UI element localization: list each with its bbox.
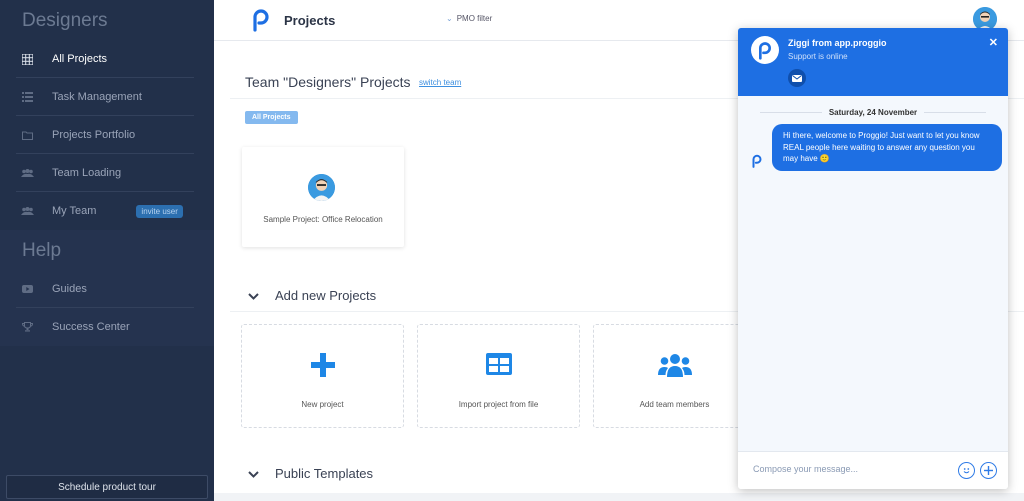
chevron-down-icon bbox=[248, 467, 259, 481]
sidebar: Designers All Projects Task Management P… bbox=[0, 0, 214, 501]
pmo-filter-dropdown[interactable]: ⌄ PMO filter bbox=[446, 14, 492, 23]
project-card[interactable]: Sample Project: Office Relocation bbox=[242, 147, 404, 247]
add-team-members-card[interactable]: Add team members bbox=[593, 324, 756, 428]
close-icon[interactable]: ✕ bbox=[989, 36, 998, 49]
trophy-icon bbox=[21, 321, 34, 334]
chevron-down-icon bbox=[248, 289, 259, 303]
public-templates-section-toggle[interactable]: Public Templates bbox=[248, 466, 373, 481]
sidebar-item-success-center[interactable]: Success Center bbox=[0, 308, 214, 346]
compose-input[interactable]: Compose your message... bbox=[753, 464, 858, 474]
card-label: Import project from file bbox=[458, 400, 539, 409]
chat-header: Ziggi from app.proggio Support is online… bbox=[738, 28, 1008, 96]
sidebar-item-task-management[interactable]: Task Management bbox=[0, 78, 214, 116]
team-heading: Designers bbox=[22, 10, 108, 31]
help-heading: Help bbox=[22, 240, 62, 261]
email-icon[interactable] bbox=[788, 69, 806, 87]
youtube-icon bbox=[21, 283, 34, 296]
list-icon bbox=[21, 91, 34, 104]
all-projects-filter[interactable]: All Projects bbox=[245, 111, 298, 124]
sidebar-item-label: Team Loading bbox=[52, 167, 122, 179]
invite-user-button[interactable]: invite user bbox=[136, 204, 183, 218]
section-title: Public Templates bbox=[275, 466, 374, 481]
page-title: Projects bbox=[284, 13, 336, 28]
chat-message: Hi there, welcome to Proggio! Just want … bbox=[772, 124, 1002, 171]
proggio-logo bbox=[751, 36, 779, 64]
add-projects-section-toggle[interactable]: Add new Projects bbox=[248, 288, 376, 303]
team-icon bbox=[21, 167, 34, 180]
plus-icon bbox=[242, 353, 403, 377]
project-avatar bbox=[308, 174, 335, 201]
card-label: New project bbox=[301, 400, 344, 409]
schedule-tour-button[interactable]: Schedule product tour bbox=[6, 475, 208, 499]
proggio-logo[interactable] bbox=[252, 8, 270, 32]
new-project-card[interactable]: New project bbox=[241, 324, 404, 428]
sidebar-item-label: Projects Portfolio bbox=[52, 129, 136, 141]
sidebar-item-projects-portfolio[interactable]: Projects Portfolio bbox=[0, 116, 214, 154]
section-title: Add new Projects bbox=[275, 288, 377, 303]
sidebar-item-label: Success Center bbox=[52, 321, 130, 333]
compose-bar: Compose your message... bbox=[738, 451, 1008, 489]
chevron-down-icon: ⌄ bbox=[446, 14, 453, 23]
sidebar-item-team-loading[interactable]: Team Loading bbox=[0, 154, 214, 192]
divider bbox=[924, 112, 986, 113]
sidebar-item-all-projects[interactable]: All Projects bbox=[0, 40, 214, 78]
folder-icon bbox=[21, 129, 34, 142]
sidebar-item-label: Task Management bbox=[52, 91, 142, 103]
agent-status: Support is online bbox=[788, 52, 848, 61]
sidebar-item-label: Guides bbox=[52, 283, 87, 295]
team-projects-title: Team "Designers" Projects bbox=[245, 74, 411, 90]
pmo-filter-label: PMO filter bbox=[456, 14, 493, 23]
sidebar-item-my-team[interactable]: My Team invite user bbox=[0, 192, 214, 230]
agent-avatar-icon bbox=[752, 154, 762, 168]
emoji-icon[interactable] bbox=[958, 462, 975, 479]
sidebar-item-guides[interactable]: Guides bbox=[0, 270, 214, 308]
team-icon bbox=[21, 205, 34, 218]
bottom-strip bbox=[214, 493, 1024, 501]
import-project-card[interactable]: Import project from file bbox=[417, 324, 580, 428]
grid-icon bbox=[21, 53, 34, 66]
help-section: Help Guides Success Center bbox=[0, 230, 214, 346]
table-icon bbox=[418, 353, 579, 375]
card-label: Add team members bbox=[639, 400, 710, 409]
sidebar-item-label: My Team bbox=[52, 205, 97, 217]
plus-icon[interactable] bbox=[980, 462, 997, 479]
agent-name: Ziggi from app.proggio bbox=[788, 38, 887, 48]
sidebar-item-label: All Projects bbox=[52, 53, 108, 65]
users-icon bbox=[594, 353, 755, 377]
switch-team-link[interactable]: switch team bbox=[419, 78, 461, 87]
support-chat-widget: Ziggi from app.proggio Support is online… bbox=[738, 28, 1008, 489]
project-card-label: Sample Project: Office Relocation bbox=[263, 215, 383, 224]
